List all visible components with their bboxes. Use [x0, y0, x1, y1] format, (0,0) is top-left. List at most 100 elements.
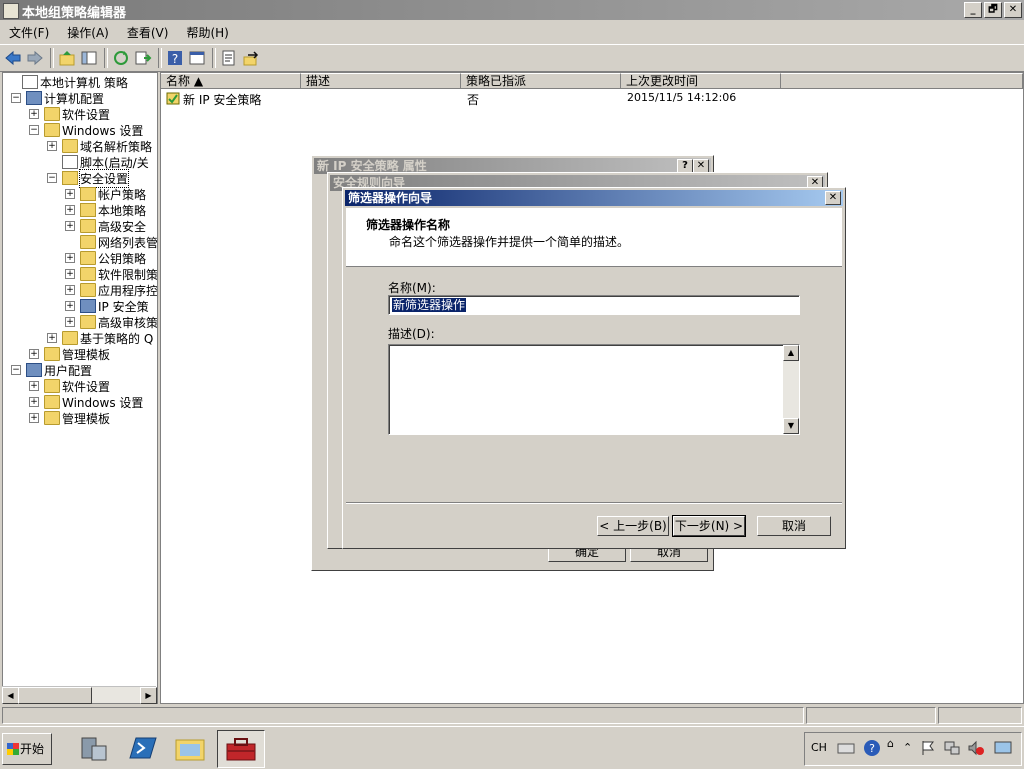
network-icon[interactable]: [943, 739, 961, 757]
name-field[interactable]: 新筛选器操作: [388, 295, 800, 315]
column-assigned[interactable]: 策略已指派: [461, 73, 621, 89]
help-icon[interactable]: ?: [863, 739, 881, 757]
menu-view[interactable]: 查看(V): [118, 22, 178, 42]
collapse-icon[interactable]: −: [47, 173, 57, 183]
action-center-flag-icon[interactable]: [919, 739, 937, 757]
language-indicator[interactable]: CH: [811, 741, 827, 754]
forward-arrow-icon[interactable]: [26, 49, 44, 67]
back-arrow-icon[interactable]: [4, 49, 22, 67]
tree-horizontal-scrollbar[interactable]: ◀ ▶: [2, 686, 157, 704]
tree-item[interactable]: + 管理模板: [3, 410, 157, 426]
file-explorer-icon[interactable]: [172, 732, 208, 764]
scroll-right-button[interactable]: ▶: [140, 687, 157, 704]
tree-item[interactable]: + 软件设置: [3, 378, 157, 394]
expand-icon[interactable]: +: [65, 253, 75, 263]
up-folder-icon[interactable]: [58, 49, 76, 67]
description-scrollbar[interactable]: ▲ ▼: [783, 345, 799, 434]
collapse-icon[interactable]: −: [29, 125, 39, 135]
tree-item[interactable]: − 计算机配置: [3, 90, 157, 106]
refresh-icon[interactable]: [112, 49, 130, 67]
scroll-thumb[interactable]: [18, 687, 92, 704]
scroll-up-button[interactable]: ▲: [783, 345, 799, 361]
close-button[interactable]: ✕: [1004, 2, 1022, 18]
tree-item[interactable]: − Windows 设置: [3, 122, 157, 138]
expand-icon[interactable]: +: [65, 221, 75, 231]
expand-icon[interactable]: +: [29, 413, 39, 423]
filter-wizard-close-button[interactable]: ✕: [825, 191, 841, 205]
expand-icon[interactable]: +: [65, 189, 75, 199]
help-icon[interactable]: ?: [166, 49, 184, 67]
ime-options-icon[interactable]: ⌂: [887, 737, 894, 750]
tree-pane[interactable]: 本地计算机 策略 − 计算机配置 + 软件设置 − Windows 设置 + 域名解析策略 脚本(…: [2, 72, 158, 704]
tree-item[interactable]: 网络列表管: [3, 234, 157, 250]
description-field[interactable]: ▲ ▼: [388, 344, 800, 435]
table-row[interactable]: 新 IP 安全策略 否 2015/11/5 14:12:06: [165, 91, 1005, 107]
menu-help[interactable]: 帮助(H): [177, 22, 237, 42]
tree-item[interactable]: + 基于策略的 Q: [3, 330, 157, 346]
column-last-modified[interactable]: 上次更改时间: [621, 73, 781, 89]
restore-button[interactable]: 🗗: [984, 2, 1002, 18]
svg-text:?: ?: [869, 742, 875, 755]
cancel-button[interactable]: 取消: [757, 516, 831, 536]
expand-icon[interactable]: +: [65, 269, 75, 279]
expand-icon[interactable]: +: [29, 381, 39, 391]
column-description[interactable]: 描述: [301, 73, 461, 89]
window-titlebar[interactable]: 本地组策略编辑器 _ 🗗 ✕: [0, 0, 1024, 21]
expand-icon[interactable]: +: [29, 397, 39, 407]
tree-item[interactable]: + 本地策略: [3, 202, 157, 218]
scroll-left-button[interactable]: ◀: [2, 687, 19, 704]
filter-wizard-title[interactable]: 筛选器操作向导: [345, 190, 843, 206]
filter-action-wizard-dialog[interactable]: 筛选器操作向导 ✕ 筛选器操作名称 命名这个筛选器操作并提供一个简单的描述。 名…: [342, 187, 846, 549]
properties-icon[interactable]: [220, 49, 238, 67]
properties-window-icon[interactable]: [188, 49, 206, 67]
tree-item[interactable]: + 帐户策略: [3, 186, 157, 202]
tree-item[interactable]: 本地计算机 策略: [3, 74, 157, 90]
tree-item-label: 基于策略的 Q: [80, 332, 154, 346]
menu-file[interactable]: 文件(F): [0, 22, 58, 42]
tree-item[interactable]: + 域名解析策略: [3, 138, 157, 154]
expand-icon[interactable]: +: [47, 141, 57, 151]
collapse-icon[interactable]: −: [11, 93, 21, 103]
tree-item[interactable]: + 软件限制策: [3, 266, 157, 282]
back-button[interactable]: < 上一步(B): [597, 516, 669, 536]
tree-item[interactable]: + 高级安全: [3, 218, 157, 234]
show-hide-tree-icon[interactable]: [80, 49, 98, 67]
expand-icon[interactable]: +: [65, 317, 75, 327]
tree-item[interactable]: + IP 安全策: [3, 298, 157, 314]
tree-item[interactable]: 脚本(启动/关: [3, 154, 157, 170]
volume-muted-icon[interactable]: [967, 739, 985, 757]
tree-item[interactable]: + 软件设置: [3, 106, 157, 122]
tree-item[interactable]: + 应用程序控: [3, 282, 157, 298]
properties-help-button[interactable]: ?: [677, 159, 693, 173]
scroll-down-button[interactable]: ▼: [783, 418, 799, 434]
tree-item[interactable]: − 安全设置: [3, 169, 157, 188]
tree-item[interactable]: − 用户配置: [3, 362, 157, 378]
tree-item[interactable]: + 管理模板: [3, 346, 157, 362]
menu-action[interactable]: 操作(A): [58, 22, 118, 42]
column-name[interactable]: 名称 ▲: [161, 73, 301, 89]
start-button[interactable]: 开始: [2, 733, 52, 765]
powershell-icon[interactable]: [124, 732, 160, 764]
expand-icon[interactable]: +: [47, 333, 57, 343]
show-hidden-icons-icon[interactable]: ⌃: [903, 741, 912, 754]
minimize-button[interactable]: _: [964, 2, 982, 18]
taskbar-active-app[interactable]: [217, 730, 265, 768]
show-desktop-icon[interactable]: [993, 739, 1013, 757]
expand-icon[interactable]: +: [65, 205, 75, 215]
tree-item[interactable]: + Windows 设置: [3, 394, 157, 410]
properties-close-button[interactable]: ✕: [693, 159, 709, 173]
export-list-icon[interactable]: [134, 49, 152, 67]
tree-item[interactable]: + 公钥策略: [3, 250, 157, 266]
import-export-icon[interactable]: [242, 49, 260, 67]
toolbar: ?: [0, 44, 1024, 72]
next-button[interactable]: 下一步(N) >: [672, 515, 746, 537]
server-manager-icon[interactable]: [74, 732, 110, 764]
keyboard-icon[interactable]: [837, 739, 855, 757]
tree-item[interactable]: + 高级审核策: [3, 314, 157, 330]
expand-icon[interactable]: +: [29, 109, 39, 119]
expand-icon[interactable]: +: [65, 285, 75, 295]
expand-icon[interactable]: +: [65, 301, 75, 311]
collapse-icon[interactable]: −: [11, 365, 21, 375]
folder-icon: [80, 315, 96, 329]
expand-icon[interactable]: +: [29, 349, 39, 359]
